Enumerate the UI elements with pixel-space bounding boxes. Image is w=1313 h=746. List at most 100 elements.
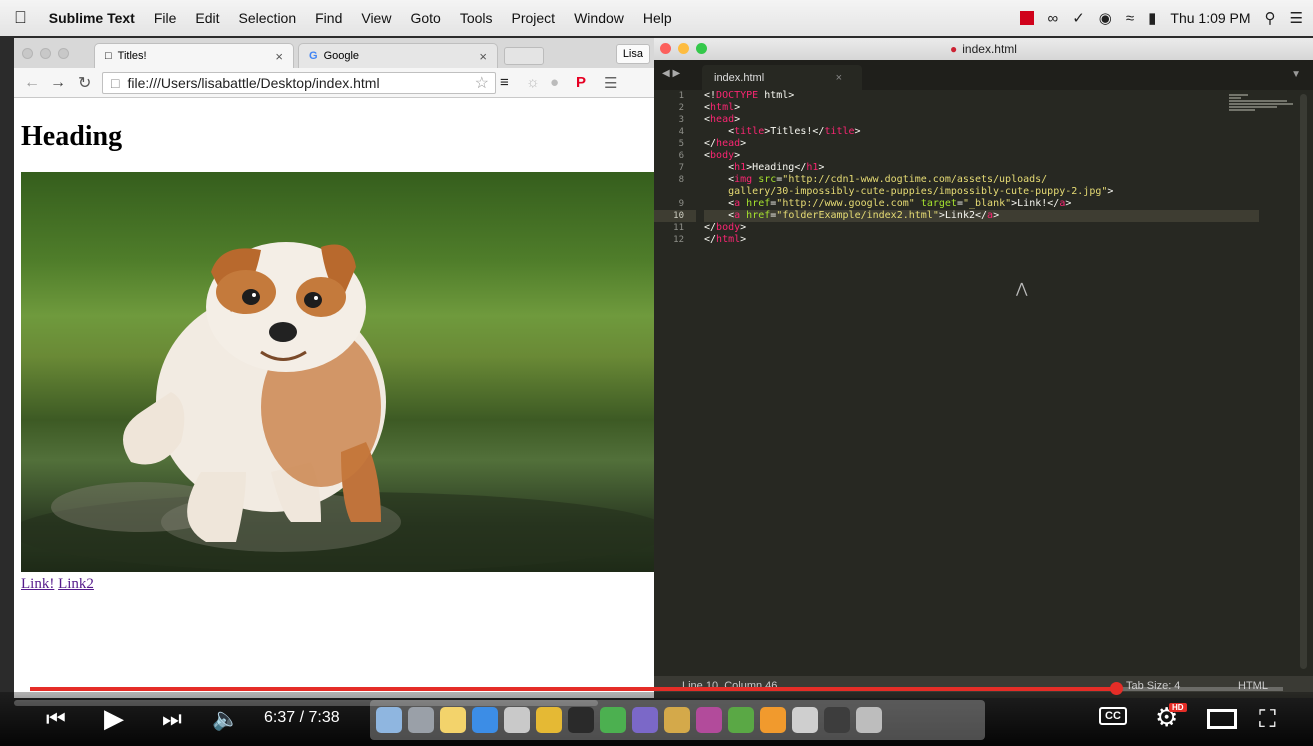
app-icon[interactable] — [632, 707, 658, 733]
tab-scroll-arrows-icon[interactable]: ◀ ▶ — [662, 68, 680, 79]
code-line[interactable]: <a href="http://www.google.com" target="… — [704, 198, 1259, 210]
captions-button[interactable]: CC — [1099, 707, 1127, 725]
fullscreen-icon[interactable]: ⛶ — [1259, 706, 1276, 734]
video-controls: ⏮ ▶ ⏭ 🔈 6:37 / 7:38 CC ⚙ HD ⛶ — [0, 692, 1313, 746]
editor-tab-index-html[interactable]: index.html × — [702, 65, 862, 90]
extension-icon[interactable]: ☼ — [526, 74, 540, 91]
volume-icon[interactable]: 🔈 — [212, 706, 239, 732]
close-tab-icon[interactable]: × — [275, 49, 283, 64]
code-line[interactable]: </html> — [704, 234, 1259, 246]
menu-project[interactable]: Project — [512, 10, 556, 26]
zoom-window-button[interactable] — [696, 43, 707, 54]
previous-icon[interactable]: ⏮ — [46, 706, 66, 732]
close-tab-icon[interactable]: × — [479, 49, 487, 64]
check-circle-icon[interactable]: ✓ — [1072, 9, 1085, 27]
page-icon: □ — [111, 75, 120, 91]
code-line[interactable]: </body> — [704, 222, 1259, 234]
wifi-icon[interactable]: ≈ — [1126, 10, 1134, 27]
menu-edit[interactable]: Edit — [195, 10, 219, 26]
extension-icon[interactable]: ● — [550, 74, 559, 91]
chrome-window-controls — [22, 48, 69, 59]
line-number: 1 — [678, 91, 684, 101]
menu-app-name[interactable]: Sublime Text — [49, 10, 135, 26]
code-line-current[interactable]: <a href="folderExample/index2.html">Link… — [704, 210, 1259, 222]
code-line[interactable]: <head> — [704, 114, 1259, 126]
menu-help[interactable]: Help — [643, 10, 672, 26]
new-tab-button[interactable] — [504, 47, 544, 65]
reload-icon[interactable]: ↻ — [78, 73, 91, 93]
tab-titles[interactable]: □ Titles! × — [94, 43, 294, 68]
menu-selection[interactable]: Selection — [239, 10, 297, 26]
app-icon[interactable] — [824, 707, 850, 733]
code-line[interactable]: <html> — [704, 102, 1259, 114]
play-icon[interactable]: ▶ — [104, 703, 124, 734]
code-line[interactable]: gallery/30-impossibly-cute-puppies/impos… — [704, 186, 1259, 198]
address-bar[interactable]: □ file:///Users/lisabattle/Desktop/index… — [102, 72, 496, 94]
code-line[interactable]: <img src="http://cdn1-www.dogtime.com/as… — [704, 174, 1259, 186]
video-progress-bar[interactable] — [30, 682, 1283, 695]
finder-icon[interactable] — [376, 707, 402, 733]
system-preferences-icon[interactable] — [504, 707, 530, 733]
minimap[interactable] — [1229, 94, 1293, 118]
spotlight-search-icon[interactable]: ⚲ — [1265, 9, 1276, 27]
code-line[interactable]: </head> — [704, 138, 1259, 150]
code-editor[interactable]: <!DOCTYPE html> <html> <head> <title>Tit… — [704, 90, 1259, 246]
code-line[interactable]: <!DOCTYPE html> — [704, 90, 1259, 102]
code-line[interactable]: <body> — [704, 150, 1259, 162]
code-line[interactable]: <h1>Heading</h1> — [704, 162, 1259, 174]
sublime-text-icon[interactable] — [760, 707, 786, 733]
app-store-icon[interactable] — [472, 707, 498, 733]
chrome-icon[interactable] — [536, 707, 562, 733]
next-icon[interactable]: ⏭ — [162, 706, 182, 732]
launchpad-icon[interactable] — [408, 707, 434, 733]
tab-list-dropdown-icon[interactable]: ▼ — [1291, 69, 1301, 80]
notification-center-icon[interactable]: ☰ — [1290, 9, 1303, 27]
terminal-icon[interactable] — [568, 707, 594, 733]
app-icon[interactable] — [600, 707, 626, 733]
line-number: 12 — [673, 235, 684, 245]
chrome-tab-bar: □ Titles! × G Google × Lisa — [14, 38, 654, 68]
profile-button[interactable]: Lisa — [615, 44, 650, 64]
tab-google[interactable]: G Google × — [298, 43, 498, 68]
preview-icon[interactable] — [792, 707, 818, 733]
mac-dock — [370, 700, 985, 740]
menu-window[interactable]: Window — [574, 10, 624, 26]
apple-logo-icon[interactable]:  — [14, 8, 27, 28]
menu-view[interactable]: View — [361, 10, 391, 26]
recording-icon[interactable] — [1019, 11, 1034, 25]
menu-tools[interactable]: Tools — [460, 10, 493, 26]
menu-file[interactable]: File — [154, 10, 177, 26]
app-icon[interactable] — [696, 707, 722, 733]
link-link2[interactable]: Link2 — [58, 576, 94, 592]
bookmark-star-icon[interactable]: ☆ — [475, 73, 489, 93]
hd-badge: HD — [1169, 703, 1187, 712]
close-window-button[interactable] — [22, 48, 33, 59]
minimize-window-button[interactable] — [678, 43, 689, 54]
menu-clock[interactable]: Thu 1:09 PM — [1170, 10, 1250, 26]
minimize-window-button[interactable] — [40, 48, 51, 59]
menu-goto[interactable]: Goto — [410, 10, 440, 26]
chrome-menu-icon[interactable]: ☰ — [604, 74, 617, 92]
close-window-button[interactable] — [660, 43, 671, 54]
menu-find[interactable]: Find — [315, 10, 342, 26]
battery-icon[interactable]: ▮ — [1148, 9, 1156, 27]
buffer-extension-icon[interactable]: ≡ — [500, 74, 509, 91]
link-google[interactable]: Link! — [21, 576, 54, 592]
code-line[interactable]: <title>Titles!</title> — [704, 126, 1259, 138]
notes-icon[interactable] — [440, 707, 466, 733]
link-icon[interactable]: ∞ — [1048, 10, 1059, 27]
close-tab-icon[interactable]: × — [836, 72, 842, 84]
line-number: 6 — [678, 151, 684, 161]
zoom-window-button[interactable] — [58, 48, 69, 59]
back-arrow-icon[interactable]: ← — [24, 74, 40, 92]
trash-icon[interactable] — [856, 707, 882, 733]
theater-mode-icon[interactable] — [1207, 709, 1237, 729]
app-icon[interactable] — [664, 707, 690, 733]
line-number — [654, 186, 696, 198]
camera-icon[interactable]: ◉ — [1099, 9, 1112, 27]
editor-scrollbar[interactable] — [1300, 94, 1307, 669]
puppy-image — [21, 172, 654, 572]
pinterest-icon[interactable]: P — [576, 74, 586, 91]
forward-arrow-icon[interactable]: → — [50, 74, 66, 92]
app-icon[interactable] — [728, 707, 754, 733]
